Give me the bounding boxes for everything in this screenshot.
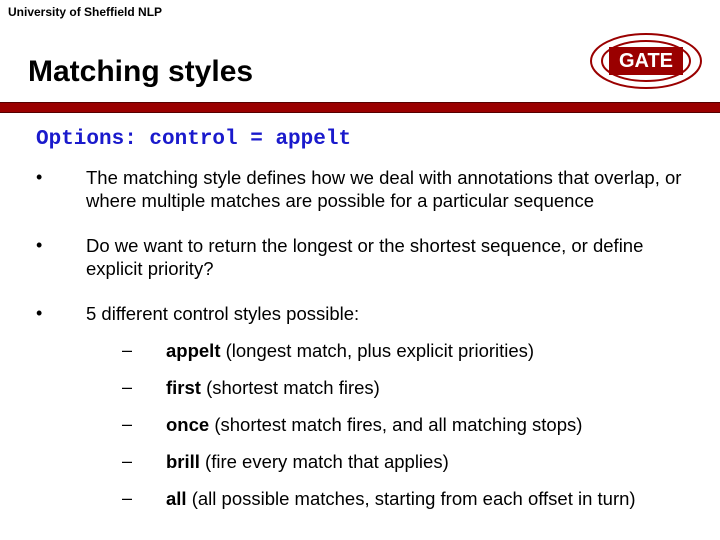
style-desc: (fire every match that applies) — [200, 451, 449, 472]
sub-item: – all (all possible matches, starting fr… — [122, 487, 696, 510]
affiliation-text: University of Sheffield NLP — [8, 5, 162, 19]
divider-bar — [0, 102, 720, 113]
sub-text: first (shortest match fires) — [166, 376, 696, 399]
style-name: brill — [166, 451, 200, 472]
dash-marker: – — [122, 339, 166, 362]
bullet-text: The matching style defines how we deal w… — [86, 166, 696, 212]
sub-item: – appelt (longest match, plus explicit p… — [122, 339, 696, 362]
sub-text: all (all possible matches, starting from… — [166, 487, 696, 510]
slide-title: Matching styles — [28, 55, 253, 89]
style-name: once — [166, 414, 209, 435]
style-desc: (shortest match fires, and all matching … — [209, 414, 582, 435]
sub-item: – first (shortest match fires) — [122, 376, 696, 399]
style-name: appelt — [166, 340, 220, 361]
content-area: • The matching style defines how we deal… — [36, 166, 696, 510]
bullet-item: • Do we want to return the longest or th… — [36, 234, 696, 280]
style-name: first — [166, 377, 201, 398]
bullet-marker: • — [36, 302, 86, 325]
dash-marker: – — [122, 376, 166, 399]
bullet-text: 5 different control styles possible: — [86, 302, 696, 325]
style-desc: (shortest match fires) — [201, 377, 380, 398]
sub-text: appelt (longest match, plus explicit pri… — [166, 339, 696, 362]
style-name: all — [166, 488, 187, 509]
bullet-item: • 5 different control styles possible: — [36, 302, 696, 325]
bullet-item: • The matching style defines how we deal… — [36, 166, 696, 212]
sub-item: – once (shortest match fires, and all ma… — [122, 413, 696, 436]
dash-marker: – — [122, 450, 166, 473]
bullet-marker: • — [36, 166, 86, 212]
subtitle-code: Options: control = appelt — [36, 128, 351, 151]
sub-text: brill (fire every match that applies) — [166, 450, 696, 473]
logo-text: GATE — [619, 50, 673, 72]
bullet-marker: • — [36, 234, 86, 280]
style-desc: (longest match, plus explicit priorities… — [220, 340, 534, 361]
sub-list: – appelt (longest match, plus explicit p… — [122, 339, 696, 510]
dash-marker: – — [122, 487, 166, 510]
style-desc: (all possible matches, starting from eac… — [187, 488, 636, 509]
slide: University of Sheffield NLP GATE Matchin… — [0, 0, 720, 540]
dash-marker: – — [122, 413, 166, 436]
sub-text: once (shortest match fires, and all matc… — [166, 413, 696, 436]
bullet-text: Do we want to return the longest or the … — [86, 234, 696, 280]
sub-item: – brill (fire every match that applies) — [122, 450, 696, 473]
gate-logo: GATE — [590, 33, 702, 94]
